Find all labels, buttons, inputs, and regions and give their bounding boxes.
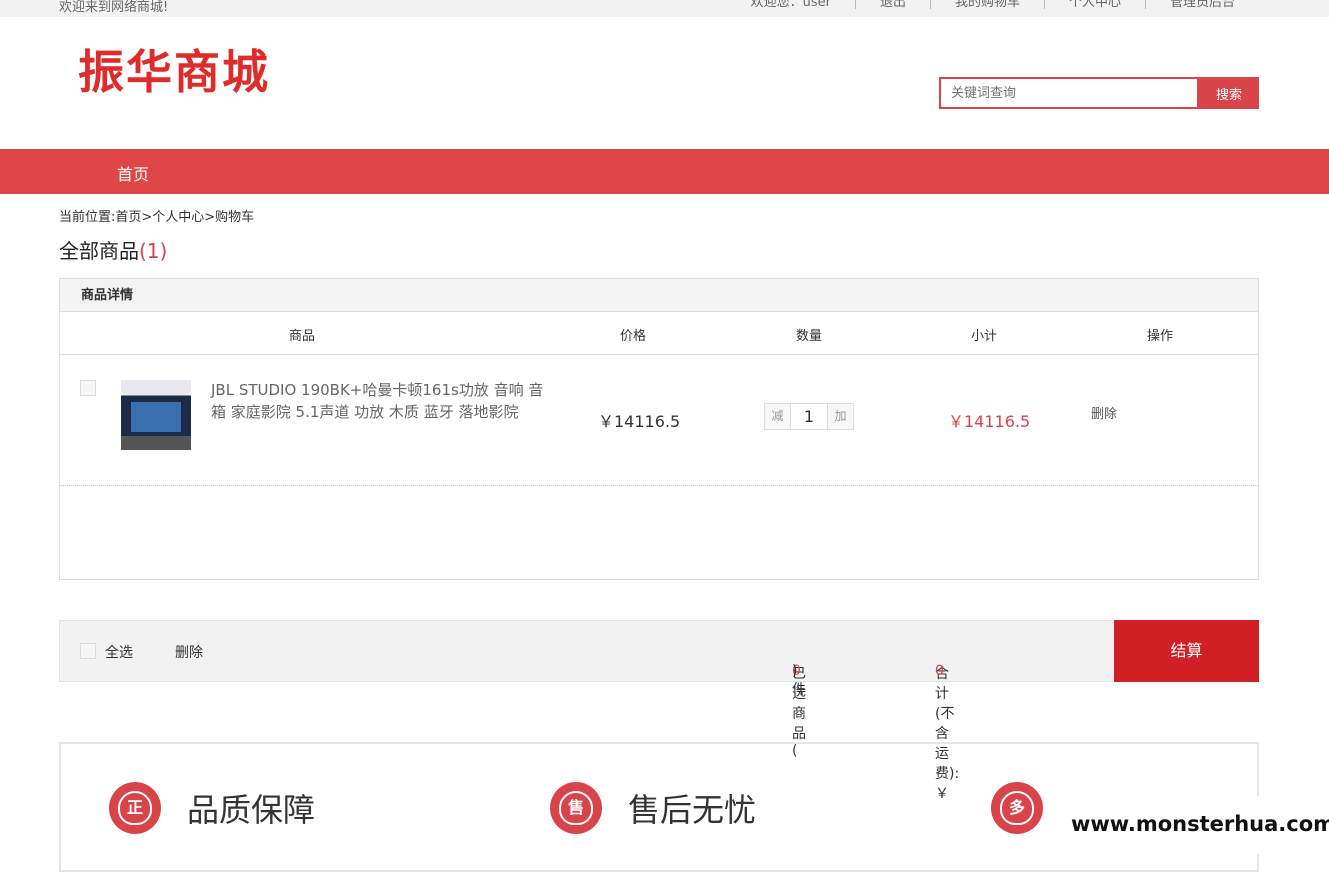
item-price: ￥14116.5: [598, 412, 681, 431]
variety-badge-glyph: 多: [1000, 791, 1034, 825]
user-greeting: 欢迎您：user: [750, 0, 831, 10]
logout-link[interactable]: 退出: [854, 0, 930, 9]
col-subtotal: 小计: [971, 329, 998, 344]
col-product: 商品: [289, 329, 316, 344]
decrease-button[interactable]: 减: [765, 404, 790, 429]
quantity-value[interactable]: 1: [790, 404, 828, 429]
guarantee-variety: 多: [991, 782, 1069, 834]
variety-badge-icon: 多: [991, 782, 1043, 834]
delete-selected-link[interactable]: 删除: [175, 642, 203, 662]
cart-caption: 商品详情: [60, 279, 1258, 312]
top-bar: 欢迎来到网络商城! 欢迎您：user 退出 我的购物车 个人中心 管理员后台: [0, 0, 1329, 17]
page-title: 全部商品(1): [59, 235, 167, 264]
checkout-button[interactable]: 结算: [1114, 620, 1259, 682]
quality-badge-glyph: 正: [118, 791, 152, 825]
nav-home[interactable]: 首页: [117, 161, 149, 185]
my-cart-link[interactable]: 我的购物车: [929, 0, 1044, 9]
increase-button[interactable]: 加: [828, 404, 853, 429]
cart-table: 商品详情 商品 价格 数量 小计 操作 JBL STUDIO 190BK+哈曼卡…: [59, 278, 1259, 580]
item-subtotal: ￥14116.5: [948, 412, 1031, 431]
cart-item-row: JBL STUDIO 190BK+哈曼卡顿161s功放 音响 音箱 家庭影院 5…: [60, 356, 1258, 486]
product-name[interactable]: JBL STUDIO 190BK+哈曼卡顿161s功放 音响 音箱 家庭影院 5…: [211, 379, 551, 423]
select-all-label[interactable]: 全选: [105, 642, 133, 662]
aftersales-badge-icon: 售: [550, 782, 602, 834]
aftersales-badge-glyph: 售: [559, 791, 593, 825]
cart-header-row: 商品 价格 数量 小计 操作: [60, 312, 1258, 355]
watermark: www.monsterhua.com: [1069, 796, 1329, 854]
breadcrumb: 当前位置:首页>个人中心>购物车: [59, 210, 255, 225]
quality-badge-icon: 正: [109, 782, 161, 834]
guarantee-quality: 正 品质保障: [109, 782, 315, 834]
col-price: 价格: [620, 329, 647, 344]
quantity-stepper: 减 1 加: [764, 403, 854, 430]
quality-text: 品质保障: [187, 791, 316, 829]
guarantee-aftersales: 售 售后无忧: [550, 782, 756, 834]
item-checkbox[interactable]: [80, 380, 96, 396]
admin-link[interactable]: 管理员后台: [1144, 0, 1259, 9]
aftersales-text: 售后无忧: [628, 791, 757, 829]
search-input[interactable]: [939, 77, 1199, 109]
selected-suffix: )件: [792, 663, 806, 698]
col-quantity: 数量: [796, 329, 823, 344]
cart-summary-bar: 全选 删除 已选商品(0)件 合计(不含运费):￥ 0 结算: [59, 620, 1259, 802]
profile-link[interactable]: 个人中心: [1043, 0, 1145, 9]
product-thumbnail[interactable]: [121, 380, 191, 450]
item-count: (1): [139, 239, 168, 263]
select-all-checkbox[interactable]: [80, 643, 96, 659]
main-nav: 首页: [0, 149, 1329, 194]
top-links: 欢迎您：user 退出 我的购物车 个人中心 管理员后台: [727, 0, 1259, 9]
total-value: 0: [935, 663, 944, 679]
welcome-text: 欢迎来到网络商城!: [59, 0, 169, 15]
col-action: 操作: [1147, 329, 1174, 344]
title-label: 全部商品: [59, 239, 139, 263]
search-button[interactable]: 搜索: [1199, 77, 1259, 109]
site-logo[interactable]: 振华商城: [78, 36, 270, 102]
search-box: 搜索: [939, 77, 1259, 109]
delete-item-link[interactable]: 删除: [1091, 403, 1117, 422]
